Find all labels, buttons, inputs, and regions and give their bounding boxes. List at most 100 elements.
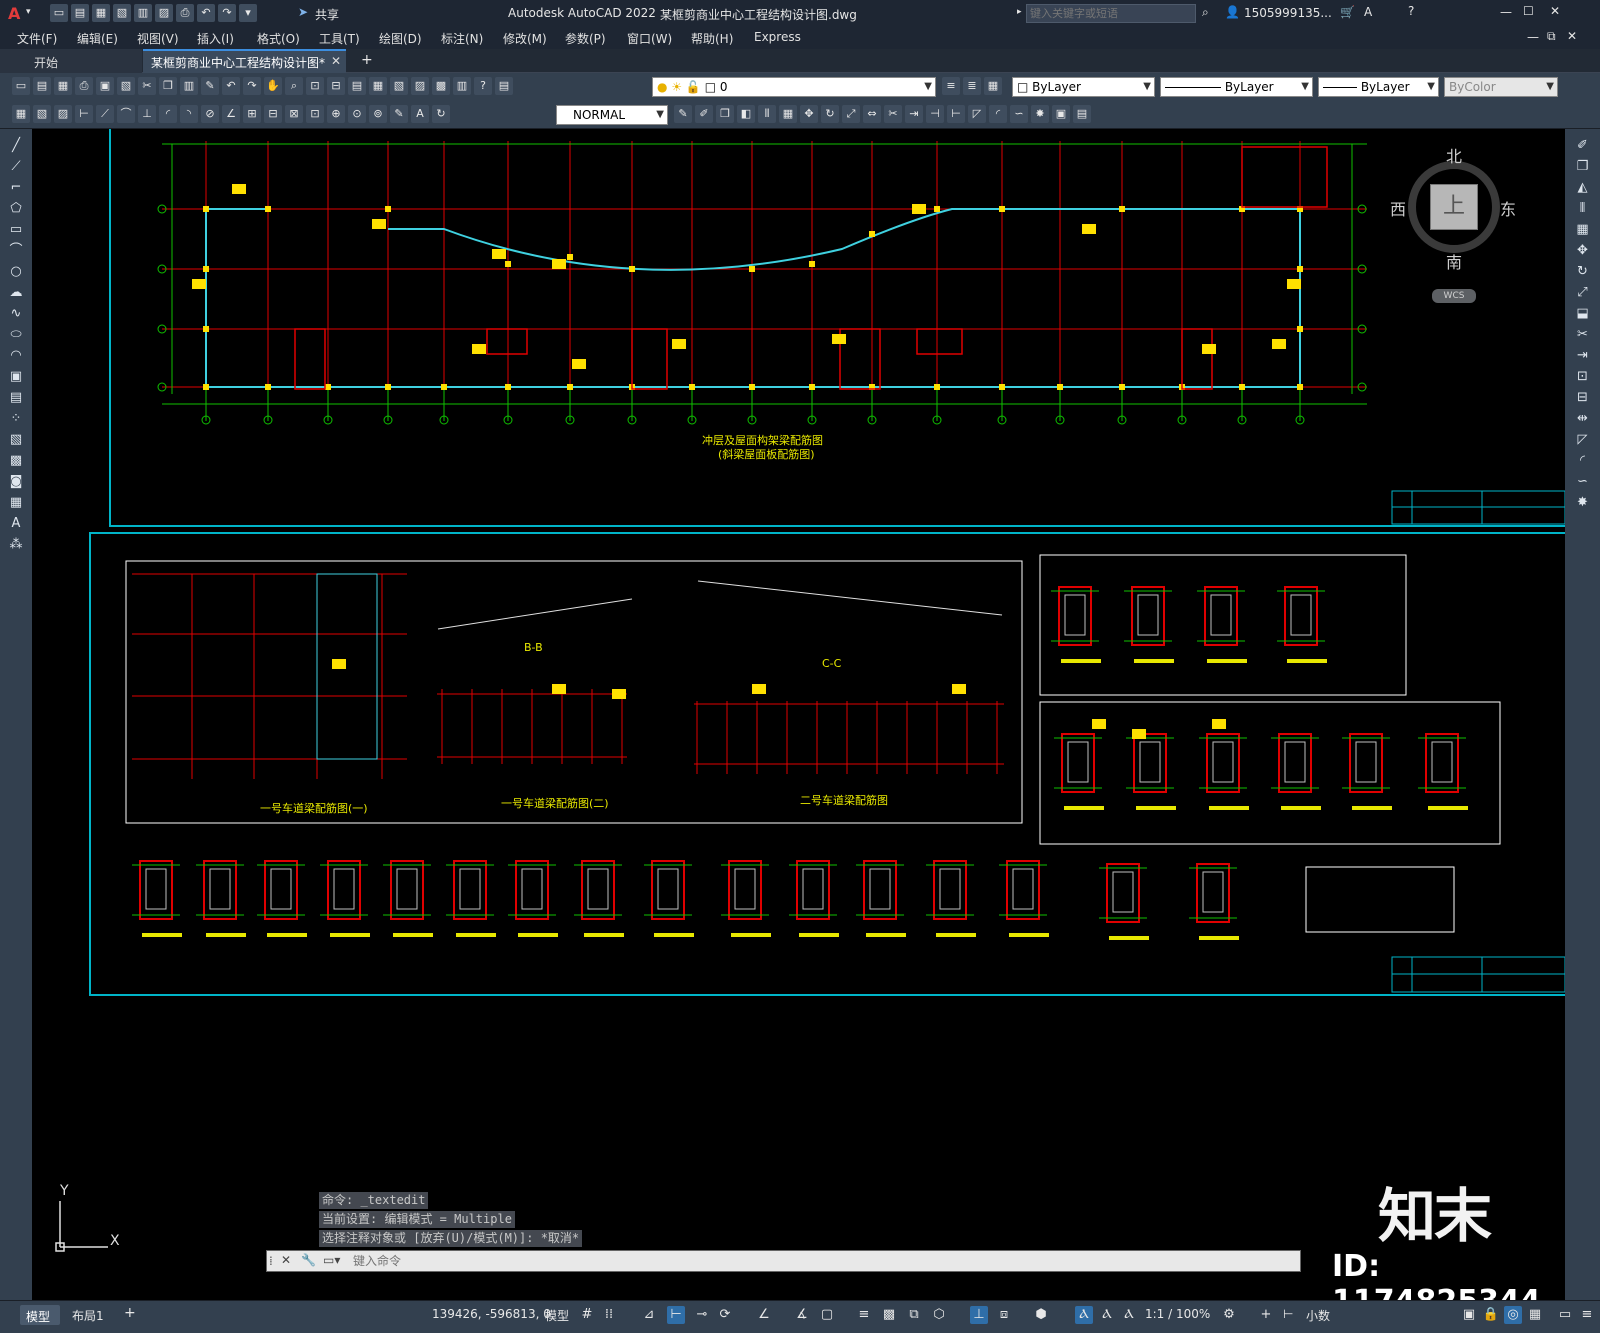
user-name[interactable]: 1505999135... [1244,6,1332,20]
menu-parameter[interactable]: 参数(P) [565,30,606,47]
cmd-prompt-icon[interactable]: ▭▾ [323,1253,340,1267]
region-icon[interactable]: ◙ [6,472,26,492]
revcloud-icon[interactable]: ☁ [6,283,26,303]
qnew-icon[interactable]: ▭ [12,77,30,95]
polyline-icon[interactable]: ⌐ [6,178,26,198]
explode-icon[interactable]: ✸ [1031,105,1049,123]
doc-close-button[interactable]: ✕ [1567,29,1577,43]
selection-cycle-icon[interactable]: ⧉ [905,1306,923,1324]
offset-r-icon[interactable]: ⫴ [1573,199,1593,219]
layer-props-icon[interactable]: ▤ [495,77,513,95]
designcenter-icon[interactable]: ▦ [369,77,387,95]
copy-icon[interactable]: ❐ [159,77,177,95]
qdim-icon[interactable]: ⊞ [243,105,261,123]
annotation-visibility-icon[interactable]: Ⲁ [1075,1306,1093,1324]
app-logo[interactable]: A [8,4,20,23]
tab-layout1[interactable]: 布局1 [72,1307,104,1324]
viewcube-west[interactable]: 西 [1390,196,1406,220]
dynamic-ucs-icon[interactable]: ⊥ [970,1306,988,1324]
layer-uniso-icon[interactable]: ▧ [33,105,51,123]
maximize-button[interactable]: ☐ [1523,4,1534,18]
pan-icon[interactable]: ✋ [264,77,282,95]
new-icon[interactable]: ▭ [50,4,68,22]
grip-icon[interactable]: ⁞ [269,1254,273,1268]
calc-icon[interactable]: ▥ [453,77,471,95]
search-box[interactable] [1026,4,1196,23]
viewcube-east[interactable]: 东 [1500,196,1516,220]
dim-ordinate-icon[interactable]: ⊥ [138,105,156,123]
rotate-icon[interactable]: ↻ [821,105,839,123]
tab-drawing[interactable]: 某框剪商业中心工程结构设计图* ✕ [143,49,346,73]
workspace-gear-icon[interactable]: ⚙ [1220,1306,1238,1324]
ortho-icon[interactable]: ⊢ [667,1306,685,1324]
markup-icon[interactable]: ▩ [432,77,450,95]
menu-help[interactable]: 帮助(H) [691,30,733,47]
make-current-icon[interactable]: ≡ [942,77,960,95]
clean-screen-icon[interactable]: ▭ [1556,1306,1574,1324]
break-point-icon[interactable]: ⊡ [1573,367,1593,387]
redo2-icon[interactable]: ↷ [243,77,261,95]
gradient-icon[interactable]: ▩ [6,451,26,471]
3d-osnap-icon[interactable]: ⬡ [930,1306,948,1324]
wcs-button[interactable]: WCS [1432,289,1476,303]
viewcube[interactable]: 上 北 南 西 东 [1390,147,1516,272]
offset-icon[interactable]: ⫴ [758,105,776,123]
websave-icon[interactable]: ▨ [155,4,173,22]
fillet-icon[interactable]: ◜ [989,105,1007,123]
gizmo-icon[interactable]: ⬢ [1032,1306,1050,1324]
stretch-r-icon[interactable]: ⬓ [1573,304,1593,324]
hatch-icon[interactable]: ▧ [6,430,26,450]
quick-props-icon[interactable]: ▣ [1460,1306,1478,1324]
chamfer-r-icon[interactable]: ◸ [1573,430,1593,450]
copy-r-icon[interactable]: ❐ [1573,157,1593,177]
autodesk-a360-icon[interactable]: A [1364,5,1372,19]
auto-scale-icon[interactable]: Ⲁ [1098,1306,1116,1324]
array-icon[interactable]: ▦ [779,105,797,123]
add-selected-icon[interactable]: ⁂ [6,535,26,555]
matchprop-icon[interactable]: ✎ [201,77,219,95]
share-button[interactable]: 共享 [315,6,339,23]
viewcube-south[interactable]: 南 [1446,249,1462,273]
extend-icon[interactable]: ⇥ [905,105,923,123]
command-line[interactable]: ⁞ ✕ 🔧 ▭▾ [266,1250,1301,1272]
preview-icon[interactable]: ▣ [96,77,114,95]
mtext-icon[interactable]: A [6,514,26,534]
stretch-icon[interactable]: ⇔ [863,105,881,123]
redo-icon[interactable]: ↷ [218,4,236,22]
zoom-realtime-icon[interactable]: ⌕ [285,77,303,95]
copy-obj-icon[interactable]: ❐ [716,105,734,123]
move-icon[interactable]: ✥ [800,105,818,123]
table-icon[interactable]: ▦ [6,493,26,513]
xline-icon[interactable]: ⟋ [6,157,26,177]
block-icon[interactable]: ▣ [1052,105,1070,123]
linetype-dropdown[interactable]: ByLayer ▼ [1160,77,1313,97]
app-menu-arrow-icon[interactable]: ▾ [26,7,31,17]
layer-match-icon[interactable]: ▦ [984,77,1002,95]
ellipse-arc-icon[interactable]: ◠ [6,346,26,366]
join-r-icon[interactable]: ⇹ [1573,409,1593,429]
model-space-toggle[interactable]: 模型 [545,1307,569,1324]
ellipse-icon[interactable]: ⬭ [6,325,26,345]
break-icon[interactable]: ⊣ [926,105,944,123]
dim-jogged-icon[interactable]: ◝ [180,105,198,123]
selection-filter-icon[interactable]: ⧈ [995,1306,1013,1324]
join-icon[interactable]: ⊢ [947,105,965,123]
tab-start[interactable]: 开始 [0,49,142,73]
close-cmd-icon[interactable]: ✕ [281,1253,291,1267]
mirror-icon[interactable]: ◧ [737,105,755,123]
annotation-scale-icon[interactable]: Ⲁ [1120,1306,1138,1324]
trim-r-icon[interactable]: ✂ [1573,325,1593,345]
rotate-r-icon[interactable]: ↻ [1573,262,1593,282]
menu-edit[interactable]: 编辑(E) [77,30,118,47]
menu-tools[interactable]: 工具(T) [319,30,360,47]
qopen-icon[interactable]: ▤ [33,77,51,95]
menu-modify[interactable]: 修改(M) [503,30,547,47]
qat-more-icon[interactable]: ▾ [239,4,257,22]
properties-icon[interactable]: ▤ [348,77,366,95]
viewcube-north[interactable]: 北 [1446,143,1462,167]
center-mark-icon[interactable]: ⊙ [348,105,366,123]
toolpalette-icon[interactable]: ▧ [390,77,408,95]
units-value[interactable]: 小数 [1306,1307,1330,1324]
sheetset-icon[interactable]: ▨ [411,77,429,95]
transparency-icon[interactable]: ▩ [880,1306,898,1324]
